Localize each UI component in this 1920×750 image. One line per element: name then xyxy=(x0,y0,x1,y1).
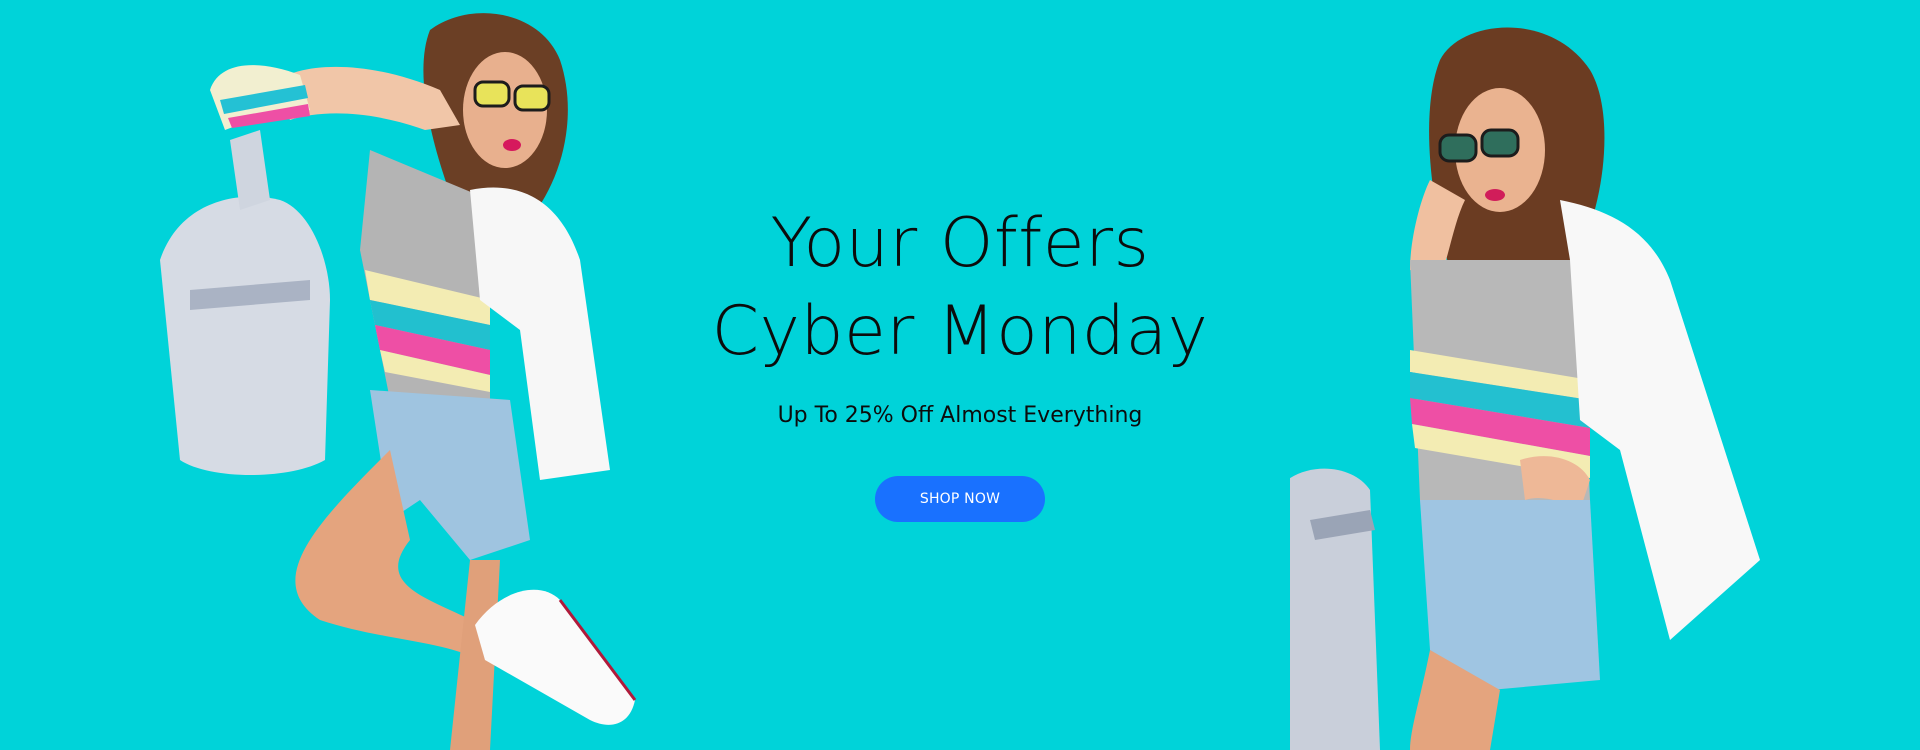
hero-title-line1: Your Offers xyxy=(770,204,1150,283)
hero-copy: Your Offers Cyber Monday Up To 25% Off A… xyxy=(660,200,1260,522)
shop-now-button[interactable]: SHOP NOW xyxy=(875,476,1045,522)
hero-title: Your Offers Cyber Monday xyxy=(660,200,1260,376)
model-photo-left xyxy=(140,0,660,750)
hero-banner: Your Offers Cyber Monday Up To 25% Off A… xyxy=(0,0,1920,750)
hero-subtitle: Up To 25% Off Almost Everything xyxy=(777,403,1143,428)
model-photo-right xyxy=(1290,0,1830,750)
model-illustration-left xyxy=(160,13,637,750)
hero-title-line2: Cyber Monday xyxy=(711,292,1209,371)
model-illustration-right xyxy=(1290,27,1760,750)
